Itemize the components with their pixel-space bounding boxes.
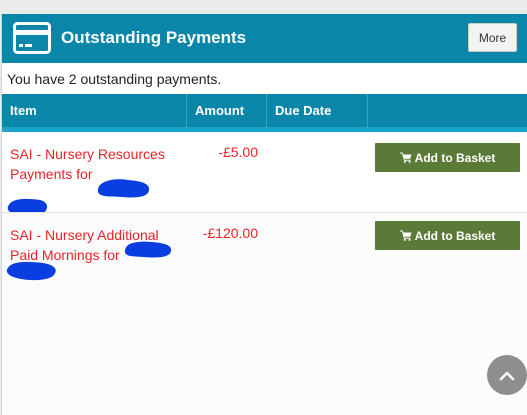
column-header-item: Item — [2, 94, 187, 127]
outstanding-payments-panel: Outstanding Payments More You have 2 out… — [1, 14, 527, 415]
scroll-to-top-button[interactable] — [487, 355, 527, 395]
redaction-mark — [97, 179, 150, 198]
outstanding-summary: You have 2 outstanding payments. — [7, 71, 222, 87]
shopping-cart-icon — [399, 230, 412, 241]
credit-card-icon — [13, 22, 51, 54]
chevron-up-icon — [499, 371, 515, 381]
column-header-amount: Amount — [187, 94, 267, 127]
add-to-basket-button[interactable]: Add to Basket — [375, 143, 520, 172]
add-to-basket-label: Add to Basket — [414, 150, 496, 165]
more-button[interactable]: More — [468, 23, 517, 52]
add-to-basket-label: Add to Basket — [414, 228, 496, 243]
table-row: SAI - Nursery Resources Payments for -£5… — [2, 132, 527, 217]
payment-amount: -£5.00 — [218, 144, 258, 160]
panel-header: Outstanding Payments More — [2, 14, 527, 63]
column-header-actions — [368, 94, 527, 127]
add-to-basket-button[interactable]: Add to Basket — [375, 221, 520, 250]
payment-amount: -£120.00 — [202, 225, 258, 241]
redaction-mark — [6, 261, 56, 281]
panel-title: Outstanding Payments — [61, 28, 247, 47]
table-row: SAI - Nursery Additional Paid Mornings f… — [2, 212, 527, 415]
column-header-due-date: Due Date — [267, 94, 368, 127]
shopping-cart-icon — [399, 152, 412, 163]
redaction-mark — [124, 241, 172, 258]
table-header: Item Amount Due Date — [2, 94, 527, 127]
